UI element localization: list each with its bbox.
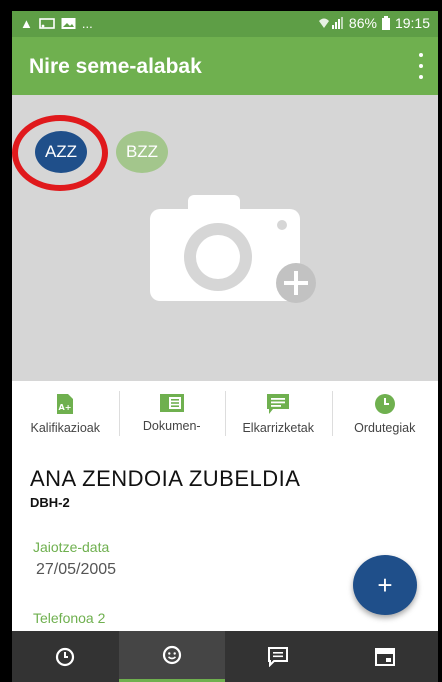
app-bar: Nire seme-alabak — [12, 37, 438, 95]
message-icon — [267, 394, 290, 414]
page-title: Nire seme-alabak — [29, 55, 202, 78]
tab-label: Elkarrizketak — [242, 421, 315, 435]
battery-percent: 86% — [348, 15, 377, 31]
device-frame: ▲ ... 86% 19:15 Nire seme-alabak AZZ BZZ — [0, 0, 442, 682]
app-screen: ▲ ... 86% 19:15 Nire seme-alabak AZZ BZZ — [12, 11, 438, 682]
chat-icon — [268, 646, 289, 667]
student-info: ANA ZENDOIA ZUBELDIA DBH-2 — [30, 466, 300, 510]
status-bar: ▲ ... 86% 19:15 — [12, 11, 438, 37]
nav-history[interactable] — [12, 631, 119, 682]
child-photo-area[interactable]: AZZ BZZ — [12, 95, 438, 381]
overflow-menu-icon[interactable] — [416, 53, 426, 79]
tab-label: Dokumen- — [142, 419, 201, 433]
add-photo-camera-icon[interactable] — [150, 191, 330, 311]
child-avatar-bzz[interactable]: BZZ — [116, 131, 168, 173]
warning-icon: ▲ — [20, 16, 33, 31]
status-overflow-dots: ... — [81, 16, 93, 31]
tab-dokumenak[interactable]: Dokumen- — [118, 381, 226, 451]
student-name: ANA ZENDOIA ZUBELDIA — [30, 466, 301, 491]
status-right: 86% 19:15 — [318, 15, 430, 31]
battery-icon — [381, 16, 390, 30]
calendar-icon — [374, 647, 395, 666]
status-left: ▲ ... — [20, 16, 93, 31]
child-avatar-azz[interactable]: AZZ — [35, 131, 87, 173]
tab-kalifikazioak[interactable]: A+ Kalifikazioak — [12, 381, 119, 451]
section-tabs: A+ Kalifikazioak Dokumen- Elkarrizketak … — [12, 381, 438, 451]
wifi-signal-icon — [318, 17, 343, 29]
grade-file-icon: A+ — [57, 394, 74, 414]
nav-messages[interactable] — [225, 631, 332, 682]
face-icon — [162, 645, 181, 665]
svg-text:A+: A+ — [59, 403, 72, 412]
tab-label: Kalifikazioak — [30, 421, 100, 435]
image-icon — [61, 18, 76, 29]
student-grade: DBH-2 — [30, 495, 70, 510]
tab-label: Ordutegiak — [354, 421, 416, 435]
nav-children[interactable] — [118, 631, 225, 682]
add-fab-button[interactable]: + — [353, 555, 417, 615]
birth-date-label: Jaiotze-data — [33, 539, 110, 555]
cast-icon — [39, 18, 55, 29]
phone-label: Telefonoa 2 — [33, 610, 106, 626]
tab-elkarrizketak[interactable]: Elkarrizketak — [225, 381, 332, 451]
bottom-navigation — [12, 631, 438, 682]
clock-icon — [374, 394, 395, 414]
nav-calendar[interactable] — [332, 631, 439, 682]
birth-date-value: 27/05/2005 — [36, 561, 117, 578]
clock-time: 19:15 — [394, 15, 430, 31]
history-icon — [56, 647, 75, 666]
document-icon — [159, 394, 184, 412]
tab-ordutegiak[interactable]: Ordutegiak — [331, 381, 439, 451]
